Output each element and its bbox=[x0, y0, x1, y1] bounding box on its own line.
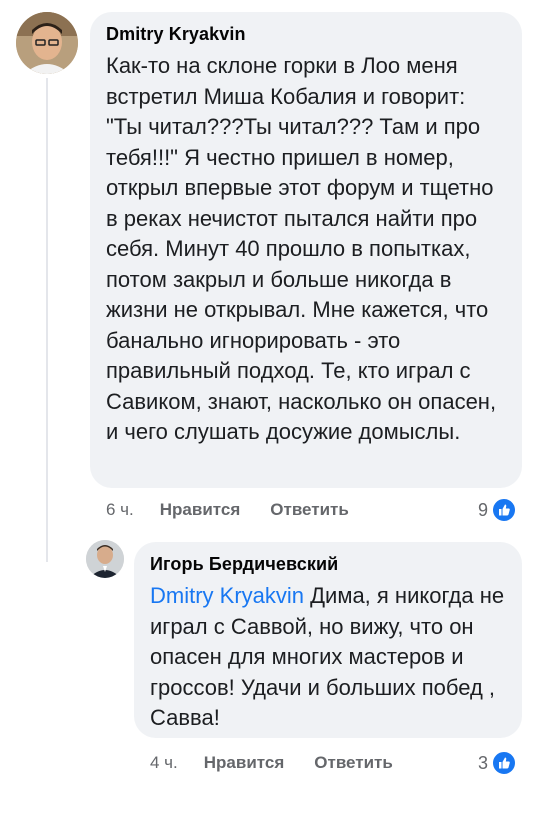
comment-actions: 6 ч. Нравится Ответить bbox=[106, 500, 349, 520]
comment-bubble: Игорь Бердичевский Dmitry Kryakvin Дима,… bbox=[134, 542, 522, 738]
user-photo-icon bbox=[16, 12, 78, 74]
comment-text: Как-то на склоне горки в Лоо меня встрет… bbox=[106, 53, 497, 444]
comment-author[interactable]: Dmitry Kryakvin bbox=[106, 24, 506, 45]
reaction-count: 3 bbox=[478, 752, 489, 773]
mention-link[interactable]: Dmitry Kryakvin bbox=[150, 583, 304, 608]
like-button[interactable]: Нравится bbox=[160, 500, 241, 520]
like-icon bbox=[491, 497, 518, 523]
avatar[interactable] bbox=[86, 540, 124, 578]
user-photo-icon bbox=[86, 540, 124, 578]
comment-text: Dmitry Kryakvin Дима, я никогда не играл… bbox=[150, 581, 506, 734]
comment-bubble: Dmitry Kryakvin Как-то на склоне горки в… bbox=[90, 12, 522, 488]
reply-button[interactable]: Ответить bbox=[270, 500, 349, 520]
reaction-summary[interactable]: 9 bbox=[478, 497, 518, 523]
reply-button[interactable]: Ответить bbox=[314, 753, 393, 773]
comment-time[interactable]: 6 ч. bbox=[106, 500, 134, 520]
comment-actions: 4 ч. Нравится Ответить bbox=[150, 753, 393, 773]
comment-author[interactable]: Игорь Бердичевский bbox=[150, 554, 506, 575]
reaction-summary[interactable]: 3 bbox=[478, 750, 518, 776]
like-icon bbox=[491, 750, 518, 776]
avatar[interactable] bbox=[16, 12, 78, 74]
reaction-count: 9 bbox=[478, 499, 489, 520]
like-button[interactable]: Нравится bbox=[204, 753, 285, 773]
thread-connector bbox=[46, 78, 86, 562]
comment-time[interactable]: 4 ч. bbox=[150, 753, 178, 773]
